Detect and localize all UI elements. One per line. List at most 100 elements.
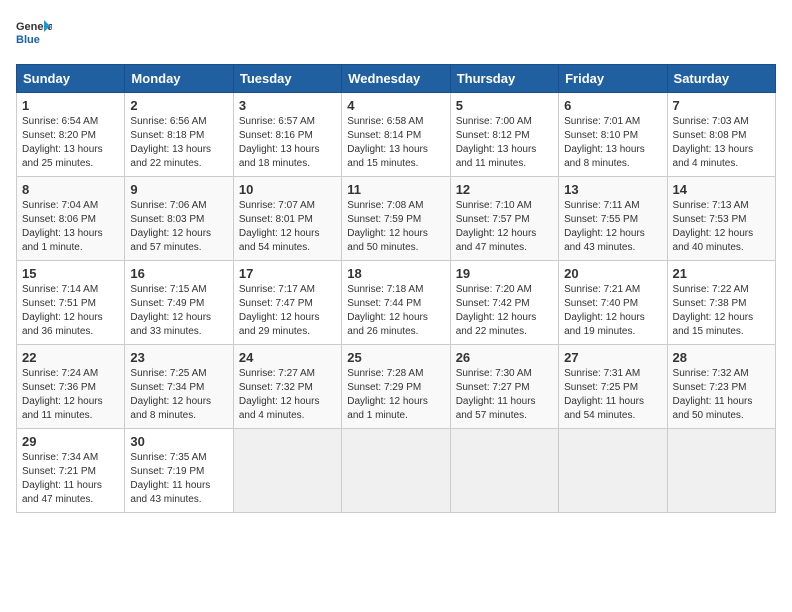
day-info: Sunrise: 7:31 AM Sunset: 7:25 PM Dayligh… [564,367,661,423]
calendar-table: SundayMondayTuesdayWednesdayThursdayFrid… [16,64,776,513]
calendar-cell: 3 Sunrise: 6:57 AM Sunset: 8:16 PM Daylig… [233,93,341,177]
calendar-cell: 14 Sunrise: 7:13 AM Sunset: 7:53 PM Dayli… [667,177,775,261]
header-monday: Monday [125,65,233,93]
calendar-cell: 19Sunrise: 7:20 AM Sunset: 7:42 PM Dayli… [450,261,558,345]
day-info: Sunrise: 7:34 AM Sunset: 7:21 PM Dayligh… [22,451,119,507]
day-number: 16 [130,266,227,281]
calendar-week-row: 15 Sunrise: 7:14 AM Sunset: 7:51 PM Dayli… [17,261,776,345]
day-number: 6 [564,98,661,113]
calendar-cell: 1Sunrise: 6:54 AM Sunset: 8:20 PM Daylig… [17,93,125,177]
day-number: 26 [456,350,553,365]
header-sunday: Sunday [17,65,125,93]
calendar-cell [342,429,450,513]
header-thursday: Thursday [450,65,558,93]
calendar-cell: 4 Sunrise: 6:58 AM Sunset: 8:14 PM Daylig… [342,93,450,177]
day-number: 3 [239,98,336,113]
day-info: Sunrise: 6:58 AM Sunset: 8:14 PM Dayligh… [347,115,444,171]
logo-svg: General Blue [16,16,52,52]
day-number: 30 [130,434,227,449]
day-info: Sunrise: 7:11 AM Sunset: 7:55 PM Dayligh… [564,199,661,255]
day-number: 29 [22,434,119,449]
day-info: Sunrise: 7:14 AM Sunset: 7:51 PM Dayligh… [22,283,119,339]
calendar-cell: 27 Sunrise: 7:31 AM Sunset: 7:25 PM Dayli… [559,345,667,429]
calendar-cell: 9 Sunrise: 7:06 AM Sunset: 8:03 PM Daylig… [125,177,233,261]
calendar-cell: 13 Sunrise: 7:11 AM Sunset: 7:55 PM Dayli… [559,177,667,261]
day-number: 19 [456,266,553,281]
day-number: 13 [564,182,661,197]
calendar-cell: 25Sunrise: 7:28 AM Sunset: 7:29 PM Dayli… [342,345,450,429]
day-info: Sunrise: 7:32 AM Sunset: 7:23 PM Dayligh… [673,367,770,423]
calendar-cell: 11 Sunrise: 7:08 AM Sunset: 7:59 PM Dayli… [342,177,450,261]
calendar-cell: 20 Sunrise: 7:21 AM Sunset: 7:40 PM Dayli… [559,261,667,345]
day-number: 2 [130,98,227,113]
day-info: Sunrise: 7:35 AM Sunset: 7:19 PM Dayligh… [130,451,227,507]
day-number: 22 [22,350,119,365]
calendar-week-row: 1Sunrise: 6:54 AM Sunset: 8:20 PM Daylig… [17,93,776,177]
calendar-cell: 7 Sunrise: 7:03 AM Sunset: 8:08 PM Daylig… [667,93,775,177]
day-number: 25 [347,350,444,365]
calendar-cell: 28 Sunrise: 7:32 AM Sunset: 7:23 PM Dayli… [667,345,775,429]
calendar-cell: 24Sunrise: 7:27 AM Sunset: 7:32 PM Dayli… [233,345,341,429]
day-info: Sunrise: 7:01 AM Sunset: 8:10 PM Dayligh… [564,115,661,171]
day-number: 20 [564,266,661,281]
day-number: 28 [673,350,770,365]
calendar-cell [667,429,775,513]
day-info: Sunrise: 7:18 AM Sunset: 7:44 PM Dayligh… [347,283,444,339]
calendar-cell: 8Sunrise: 7:04 AM Sunset: 8:06 PM Daylig… [17,177,125,261]
calendar-cell: 12 Sunrise: 7:10 AM Sunset: 7:57 PM Dayli… [450,177,558,261]
day-info: Sunrise: 7:04 AM Sunset: 8:06 PM Dayligh… [22,199,119,255]
calendar-cell [233,429,341,513]
calendar-cell: 17 Sunrise: 7:17 AM Sunset: 7:47 PM Dayli… [233,261,341,345]
calendar-week-row: 8Sunrise: 7:04 AM Sunset: 8:06 PM Daylig… [17,177,776,261]
day-info: Sunrise: 7:13 AM Sunset: 7:53 PM Dayligh… [673,199,770,255]
calendar-cell: 22 Sunrise: 7:24 AM Sunset: 7:36 PM Dayli… [17,345,125,429]
calendar-cell: 29 Sunrise: 7:34 AM Sunset: 7:21 PM Dayli… [17,429,125,513]
page-header: General Blue [16,16,776,52]
day-number: 27 [564,350,661,365]
day-info: Sunrise: 7:21 AM Sunset: 7:40 PM Dayligh… [564,283,661,339]
day-number: 17 [239,266,336,281]
calendar-cell: 16 Sunrise: 7:15 AM Sunset: 7:49 PM Dayli… [125,261,233,345]
calendar-cell: 2Sunrise: 6:56 AM Sunset: 8:18 PM Daylig… [125,93,233,177]
svg-text:Blue: Blue [16,34,40,46]
day-number: 9 [130,182,227,197]
day-info: Sunrise: 7:03 AM Sunset: 8:08 PM Dayligh… [673,115,770,171]
day-number: 1 [22,98,119,113]
header-tuesday: Tuesday [233,65,341,93]
day-info: Sunrise: 7:25 AM Sunset: 7:34 PM Dayligh… [130,367,227,423]
calendar-cell: 30 Sunrise: 7:35 AM Sunset: 7:19 PM Dayli… [125,429,233,513]
calendar-cell: 10 Sunrise: 7:07 AM Sunset: 8:01 PM Dayli… [233,177,341,261]
day-number: 10 [239,182,336,197]
day-number: 11 [347,182,444,197]
day-number: 23 [130,350,227,365]
day-info: Sunrise: 7:27 AM Sunset: 7:32 PM Dayligh… [239,367,336,423]
day-number: 12 [456,182,553,197]
day-info: Sunrise: 7:22 AM Sunset: 7:38 PM Dayligh… [673,283,770,339]
day-number: 4 [347,98,444,113]
day-number: 5 [456,98,553,113]
header-wednesday: Wednesday [342,65,450,93]
day-number: 14 [673,182,770,197]
day-info: Sunrise: 7:10 AM Sunset: 7:57 PM Dayligh… [456,199,553,255]
calendar-cell: 15 Sunrise: 7:14 AM Sunset: 7:51 PM Dayli… [17,261,125,345]
header-saturday: Saturday [667,65,775,93]
calendar-header-row: SundayMondayTuesdayWednesdayThursdayFrid… [17,65,776,93]
day-info: Sunrise: 6:57 AM Sunset: 8:16 PM Dayligh… [239,115,336,171]
day-number: 18 [347,266,444,281]
day-info: Sunrise: 7:07 AM Sunset: 8:01 PM Dayligh… [239,199,336,255]
day-number: 7 [673,98,770,113]
calendar-cell: 5 Sunrise: 7:00 AM Sunset: 8:12 PM Daylig… [450,93,558,177]
day-info: Sunrise: 7:00 AM Sunset: 8:12 PM Dayligh… [456,115,553,171]
day-info: Sunrise: 7:17 AM Sunset: 7:47 PM Dayligh… [239,283,336,339]
day-number: 21 [673,266,770,281]
day-info: Sunrise: 7:06 AM Sunset: 8:03 PM Dayligh… [130,199,227,255]
calendar-cell: 23 Sunrise: 7:25 AM Sunset: 7:34 PM Dayli… [125,345,233,429]
calendar-week-row: 29 Sunrise: 7:34 AM Sunset: 7:21 PM Dayli… [17,429,776,513]
header-friday: Friday [559,65,667,93]
day-info: Sunrise: 7:24 AM Sunset: 7:36 PM Dayligh… [22,367,119,423]
day-info: Sunrise: 7:08 AM Sunset: 7:59 PM Dayligh… [347,199,444,255]
day-info: Sunrise: 7:15 AM Sunset: 7:49 PM Dayligh… [130,283,227,339]
calendar-cell: 18 Sunrise: 7:18 AM Sunset: 7:44 PM Dayli… [342,261,450,345]
day-number: 15 [22,266,119,281]
logo: General Blue [16,16,52,52]
